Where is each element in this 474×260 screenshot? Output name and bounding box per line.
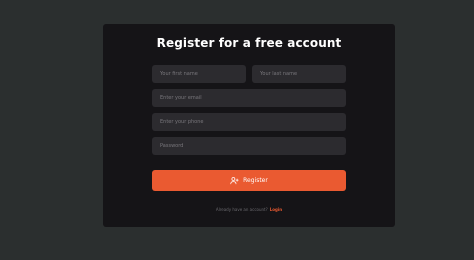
email-field[interactable] (152, 89, 346, 107)
phone-field[interactable] (152, 113, 346, 131)
user-plus-icon (230, 176, 239, 185)
first-name-field[interactable] (152, 65, 246, 83)
first-name-input[interactable] (160, 71, 238, 77)
page: Register for a free account Your first n… (0, 0, 474, 260)
footer-text: Already have an account? (215, 207, 268, 212)
last-name-input[interactable] (260, 71, 338, 77)
register-button-label: Register (243, 177, 268, 184)
register-button[interactable]: Register (152, 170, 346, 191)
form-title: Register for a free account (156, 36, 342, 50)
phone-input[interactable] (160, 119, 338, 125)
footer: Already have an account? Login (103, 207, 395, 212)
last-name-field[interactable] (252, 65, 346, 83)
register-card: Register for a free account Your first n… (103, 24, 395, 227)
password-input[interactable] (160, 143, 338, 149)
login-link[interactable]: Login (270, 207, 282, 212)
password-field[interactable] (152, 137, 346, 155)
email-input[interactable] (160, 95, 338, 101)
